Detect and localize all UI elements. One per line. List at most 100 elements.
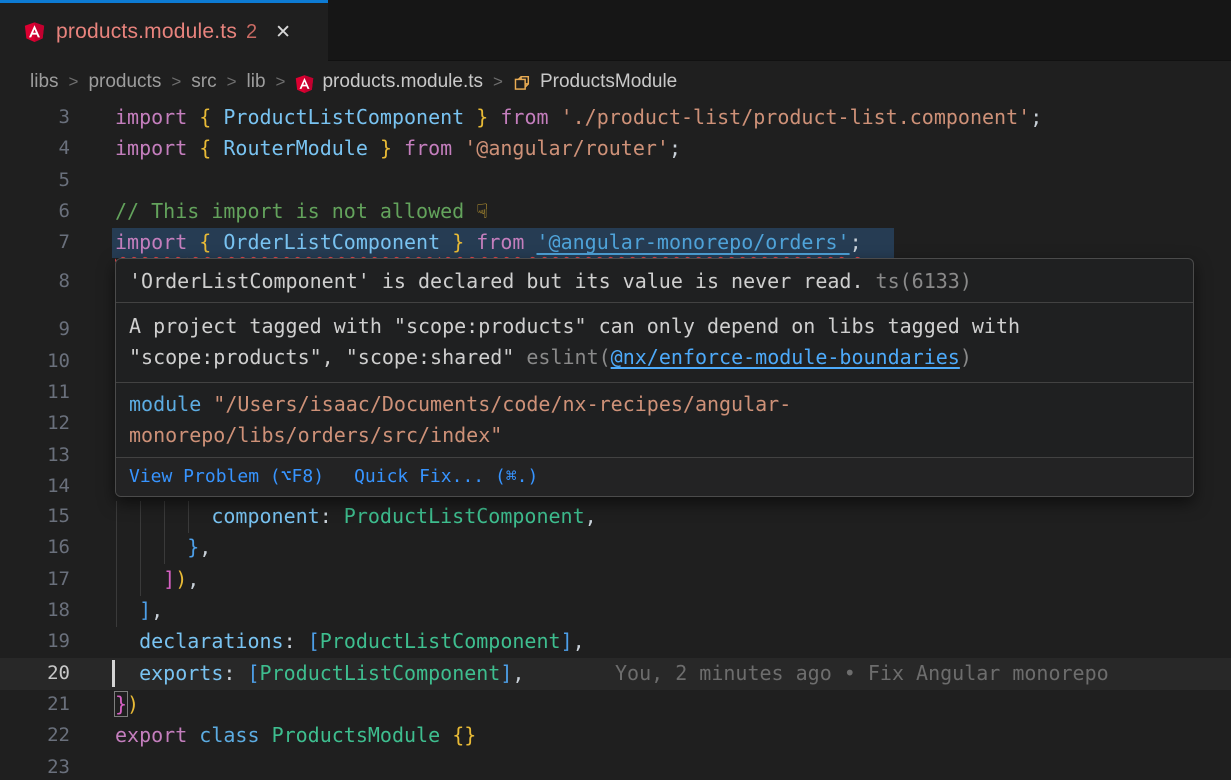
code-text[interactable]: // This import is not allowed ☟ (115, 196, 488, 227)
line-number-6: 6 (0, 196, 70, 228)
token: './product-list/product-list.component' (561, 105, 1031, 129)
line-number-17: 17 (0, 564, 70, 596)
token (211, 105, 223, 129)
token: import (115, 136, 187, 160)
code-line-7[interactable]: 7import { OrderListComponent } from '@an… (0, 227, 1231, 259)
code-text[interactable]: exports: [ProductListComponent], (115, 658, 524, 689)
code-line-23[interactable]: 23 (0, 752, 1231, 780)
line-number-12: 12 (0, 408, 70, 440)
token: from (500, 105, 548, 129)
line-number-9: 9 (0, 314, 70, 346)
token: , (187, 567, 199, 591)
code-line-4[interactable]: 4import { RouterModule } from '@angular/… (0, 133, 1231, 165)
token (115, 535, 187, 559)
token: } (476, 105, 488, 129)
code-text[interactable]: import { RouterModule } from '@angular/r… (115, 133, 681, 164)
breadcrumb-item-libs[interactable]: libs (30, 71, 59, 93)
token: export (115, 723, 187, 747)
code-line-5[interactable]: 5 (0, 165, 1231, 197)
code-line-22[interactable]: 22export class ProductsModule {} (0, 720, 1231, 752)
token: ) (175, 567, 187, 591)
token (332, 504, 344, 528)
breadcrumb-item-lib[interactable]: lib (247, 71, 266, 93)
tab-dirty-count: 2 (246, 21, 257, 44)
token: ] (500, 661, 512, 685)
token: RouterModule (223, 136, 368, 160)
code-text[interactable]: export class ProductsModule {} (115, 720, 476, 751)
code-text[interactable]: import { ProductListComponent } from './… (115, 102, 1042, 133)
token: [ (308, 629, 320, 653)
code-line-18[interactable]: 18 ], (0, 595, 1231, 627)
token: ; (850, 230, 862, 254)
token: } (115, 692, 127, 716)
breadcrumb-item-productsmodule[interactable]: ProductsModule (540, 71, 677, 93)
hover-message-eslint: A project tagged with "scope:products" c… (116, 303, 1193, 383)
code-line-16[interactable]: 16 }, (0, 532, 1231, 564)
token: , (585, 504, 597, 528)
token: component (211, 504, 319, 528)
token: } (380, 136, 392, 160)
breadcrumb-item-products-module-ts[interactable]: products.module.ts (322, 71, 483, 93)
line-number-19: 19 (0, 626, 70, 658)
token: declarations (139, 629, 284, 653)
code-line-15[interactable]: 15 component: ProductListComponent, (0, 501, 1231, 533)
token: : (320, 504, 332, 528)
code-line-20[interactable]: 20 exports: [ProductListComponent],You, … (0, 658, 1231, 690)
token: ☟ (476, 199, 488, 223)
code-text[interactable]: declarations: [ProductListComponent], (115, 626, 585, 657)
hover-action-quick-fix[interactable]: Quick Fix... (⌘.) (354, 461, 538, 492)
token: ProductListComponent (223, 105, 464, 129)
token: , (573, 629, 585, 653)
token: : (284, 629, 296, 653)
token: eslint( (526, 345, 610, 369)
code-text[interactable]: component: ProductListComponent, (115, 501, 597, 532)
code-text[interactable]: import { OrderListComponent } from '@ang… (115, 227, 862, 258)
token (187, 230, 199, 254)
token (187, 136, 199, 160)
token (211, 230, 223, 254)
class-symbol-icon (513, 74, 532, 94)
code-text[interactable]: ]), (115, 564, 199, 595)
tab-products-module[interactable]: products.module.ts 2 ✕ (0, 0, 328, 61)
hover-action-view-problem[interactable]: View Problem (⌥F8) (129, 461, 324, 492)
token (464, 105, 476, 129)
token (452, 136, 464, 160)
token (187, 723, 199, 747)
token (440, 723, 452, 747)
breadcrumb-item-products[interactable]: products (88, 71, 161, 93)
token: monorepo/libs/orders/src/index" (129, 423, 502, 447)
code-text[interactable]: ], (115, 595, 163, 626)
error-hover-widget: 'OrderListComponent' is declared but its… (115, 258, 1194, 497)
token (115, 629, 139, 653)
token: module (129, 392, 201, 416)
breadcrumb-item-src[interactable]: src (191, 71, 216, 93)
code-text[interactable]: }, (115, 532, 211, 563)
tab-close-icon[interactable]: ✕ (275, 21, 291, 44)
token (187, 105, 199, 129)
token: ] (561, 629, 573, 653)
line-number-14: 14 (0, 471, 70, 503)
token: import (115, 230, 187, 254)
code-line-3[interactable]: 3import { ProductListComponent } from '.… (0, 102, 1231, 134)
token: ) (960, 345, 972, 369)
code-text[interactable]: }) (115, 689, 139, 720)
code-line-21[interactable]: 21}) (0, 689, 1231, 721)
breadcrumb-separator: > (227, 72, 237, 92)
line-number-23: 23 (0, 752, 70, 780)
token (211, 136, 223, 160)
code-line-17[interactable]: 17 ]), (0, 564, 1231, 596)
code-line-6[interactable]: 6 // This import is not allowed ☟ (0, 196, 1231, 228)
token (392, 136, 404, 160)
line-number-16: 16 (0, 532, 70, 564)
hover-rule-link[interactable]: @nx/enforce-module-boundaries (611, 345, 960, 369)
code-line-19[interactable]: 19 declarations: [ProductListComponent], (0, 626, 1231, 658)
breadcrumb-separator: > (276, 72, 286, 92)
token: { (199, 230, 211, 254)
line-number-5: 5 (0, 165, 70, 197)
token: } (452, 230, 464, 254)
angular-icon (24, 21, 45, 43)
angular-icon (295, 74, 314, 94)
hover-status-bar: View Problem (⌥F8) Quick Fix... (⌘.) (116, 458, 1193, 496)
token (260, 723, 272, 747)
token: ProductListComponent (260, 661, 501, 685)
